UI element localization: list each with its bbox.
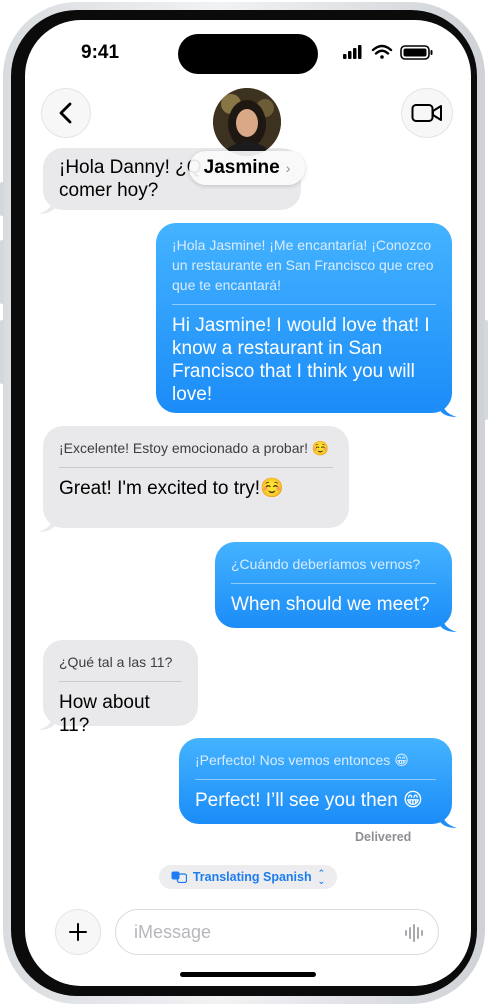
message-translation-text: How about 11? xyxy=(59,692,150,736)
message-original-text: ¡Excelente! Estoy emocionado a probar! ☺… xyxy=(59,440,330,456)
translation-status-label: Translating Spanish xyxy=(192,870,312,884)
message-original-text: ¡Perfecto! Nos vemos entonces 😁 xyxy=(195,752,409,768)
mute-switch xyxy=(0,182,4,216)
plus-icon xyxy=(69,923,87,941)
facetime-video-button[interactable] xyxy=(401,88,453,138)
translate-icon xyxy=(171,871,187,883)
message-bubble-incoming[interactable]: ¿Qué tal a las 11? How about 11? xyxy=(38,640,198,736)
message-bubble-outgoing[interactable]: ¡Perfecto! Nos vemos entonces 😁 Perfect!… xyxy=(179,738,457,828)
message-bubble-outgoing[interactable]: ¿Cuándo deberíamos vernos? When should w… xyxy=(215,542,457,632)
message-translation-text: Hi Jasmine! I would love that! I know a … xyxy=(172,315,430,405)
message-original-text: ¡Hola Jasmine! ¡Me encantaría! ¡Conozco … xyxy=(172,237,434,293)
bubble-tail xyxy=(38,518,56,532)
status-icons xyxy=(343,44,433,60)
bubble-tail xyxy=(439,403,457,417)
back-button[interactable] xyxy=(41,88,91,138)
add-attachment-button[interactable] xyxy=(55,909,101,955)
message-translation-text: Perfect! I’ll see you then 😁 xyxy=(195,790,423,811)
message-original-text: ¡Hola Danny! ¿Q xyxy=(59,157,202,178)
chevron-updown-icon: ⌃ ⌄ xyxy=(317,868,326,886)
cellular-signal-icon xyxy=(343,45,362,59)
message-bubble-incoming[interactable]: ¡Excelente! Estoy emocionado a probar! ☺… xyxy=(38,426,349,532)
contact-avatar[interactable] xyxy=(213,88,281,156)
message-bubble-outgoing[interactable]: ¡Hola Jasmine! ¡Me encantaría! ¡Conozco … xyxy=(156,223,457,417)
status-time: 9:41 xyxy=(81,42,120,63)
message-translation-text: comer hoy? xyxy=(59,180,159,201)
message-original-text: ¿Cuándo deberíamos vernos? xyxy=(231,556,421,572)
translation-divider xyxy=(195,779,436,780)
contact-name: Jasmine xyxy=(203,157,280,178)
phone-frame: 9:41 ¡Hola Danny! ¿Q comer hoy? Jasmine … xyxy=(0,2,488,1004)
messages-screen: 9:41 ¡Hola Danny! ¿Q comer hoy? Jasmine … xyxy=(25,20,471,986)
waveform-icon[interactable] xyxy=(404,924,424,942)
message-translation-text: Great! I'm excited to try!☺️ xyxy=(59,478,284,499)
translation-divider xyxy=(172,304,436,305)
translation-divider xyxy=(231,583,436,584)
message-translation-text: When should we meet? xyxy=(231,594,430,615)
volume-up-button xyxy=(0,240,4,304)
dynamic-island xyxy=(178,34,318,74)
side-button xyxy=(484,320,488,420)
delivered-status: Delivered xyxy=(355,830,412,844)
wifi-icon xyxy=(371,44,393,59)
message-input[interactable]: iMessage xyxy=(115,909,439,955)
home-indicator[interactable] xyxy=(180,972,316,977)
message-original-text: ¿Qué tal a las 11? xyxy=(59,654,173,670)
volume-down-button xyxy=(0,320,4,384)
contact-name-pill[interactable]: Jasmine › xyxy=(189,151,305,185)
translation-divider xyxy=(59,467,333,468)
bubble-tail xyxy=(38,716,56,730)
avatar-photo xyxy=(213,88,281,156)
video-camera-icon xyxy=(411,104,442,122)
battery-icon xyxy=(400,45,433,60)
chevron-right-icon: › xyxy=(285,160,291,176)
translation-divider xyxy=(59,681,182,682)
bubble-tail xyxy=(439,618,457,632)
message-input-placeholder: iMessage xyxy=(134,921,212,942)
chevron-left-icon xyxy=(59,102,72,124)
bubble-tail xyxy=(439,814,457,828)
translation-status-button[interactable]: Translating Spanish ⌃ ⌄ xyxy=(159,865,337,889)
bubble-tail xyxy=(38,200,56,214)
